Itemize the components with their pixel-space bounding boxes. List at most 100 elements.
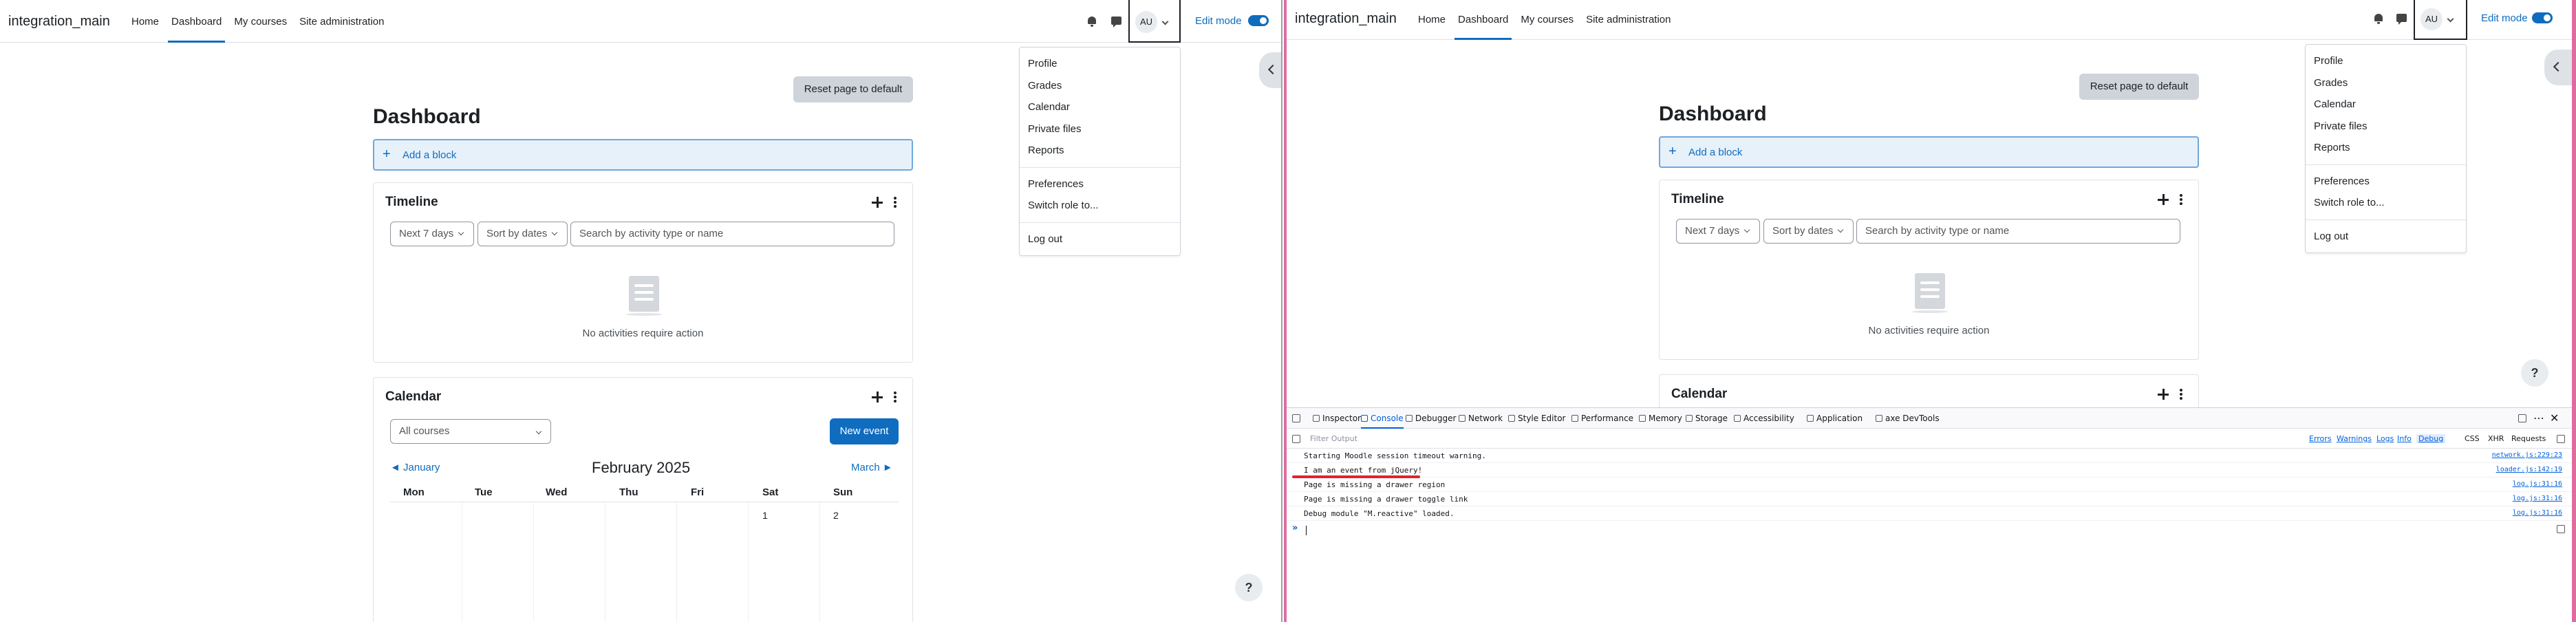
- edit-mode-toggle[interactable]: [2532, 12, 2553, 23]
- console-message[interactable]: Page is missing a drawer region log.js:3…: [1287, 478, 2572, 492]
- level-info[interactable]: Info: [2397, 434, 2412, 443]
- console-message[interactable]: Starting Moodle session timeout warning.…: [1287, 449, 2572, 463]
- nav-dashboard[interactable]: Dashboard: [165, 0, 228, 43]
- help-button[interactable]: ?: [2521, 359, 2548, 387]
- timeline-search-input[interactable]: Search by activity type or name: [1856, 219, 2180, 244]
- new-event-button[interactable]: New event: [830, 418, 899, 444]
- nav-site-administration[interactable]: Site administration: [1580, 0, 1677, 40]
- messages-chat-icon[interactable]: [2396, 12, 2408, 25]
- messages-chat-icon[interactable]: [1110, 15, 1123, 28]
- nav-my-courses[interactable]: My courses: [1514, 0, 1580, 40]
- tab-style-editor[interactable]: Style Editor: [1508, 408, 1565, 429]
- menu-item-calendar[interactable]: Calendar: [2306, 94, 2466, 116]
- nav-my-courses[interactable]: My courses: [228, 0, 293, 43]
- console-message[interactable]: Page is missing a drawer toggle link log…: [1287, 492, 2572, 506]
- nav-site-administration[interactable]: Site administration: [293, 0, 390, 43]
- weekday-wed: Wed: [546, 486, 568, 498]
- timeline-range-select[interactable]: Next 7 days: [390, 222, 474, 246]
- dock-side-icon[interactable]: [2518, 414, 2526, 422]
- nav-dashboard[interactable]: Dashboard: [1452, 0, 1514, 40]
- level-debug[interactable]: Debug: [2416, 434, 2446, 443]
- plus-icon: +: [1668, 144, 1677, 159]
- move-icon[interactable]: [2158, 194, 2169, 205]
- console-input-caret[interactable]: [1306, 526, 1307, 535]
- kebab-menu-icon[interactable]: [2180, 389, 2182, 400]
- menu-item-preferences[interactable]: Preferences: [1020, 173, 1180, 195]
- menu-item-private-files[interactable]: Private files: [1020, 118, 1180, 140]
- menu-item-profile[interactable]: Profile: [2306, 50, 2466, 72]
- filter-requests[interactable]: Requests: [2511, 434, 2546, 443]
- kebab-menu-icon[interactable]: [894, 197, 897, 208]
- tab-storage[interactable]: Storage: [1686, 408, 1728, 429]
- nav-home[interactable]: Home: [1412, 0, 1452, 40]
- calendar-course-select[interactable]: All courses: [390, 419, 551, 444]
- menu-item-reports[interactable]: Reports: [1020, 140, 1180, 162]
- open-drawer-button[interactable]: [2544, 50, 2572, 85]
- tab-memory[interactable]: Memory: [1639, 408, 1682, 429]
- nav-home[interactable]: Home: [125, 0, 165, 43]
- level-logs[interactable]: Logs: [2376, 434, 2394, 443]
- user-dropdown-menu: Profile Grades Calendar Private files Re…: [1019, 47, 1181, 256]
- move-icon[interactable]: [2158, 389, 2169, 400]
- menu-item-switch-role[interactable]: Switch role to...: [2306, 192, 2466, 214]
- reset-page-button[interactable]: Reset page to default: [2079, 74, 2199, 100]
- move-icon[interactable]: [872, 197, 883, 208]
- console-message[interactable]: Debug module "M.reactive" loaded. log.js…: [1287, 506, 2572, 521]
- site-brand[interactable]: integration_main: [8, 14, 110, 30]
- tab-debugger[interactable]: Debugger: [1406, 408, 1456, 429]
- menu-item-calendar[interactable]: Calendar: [1020, 96, 1180, 118]
- menu-item-grades[interactable]: Grades: [2306, 72, 2466, 94]
- timeline-sort-select[interactable]: Sort by dates: [477, 222, 568, 246]
- menu-item-reports[interactable]: Reports: [2306, 137, 2466, 159]
- tab-network[interactable]: Network: [1459, 408, 1503, 429]
- tab-axe-devtools[interactable]: axe DevTools: [1876, 408, 1940, 429]
- open-drawer-button[interactable]: [1259, 52, 1281, 88]
- move-icon[interactable]: [872, 392, 883, 403]
- filter-output-input[interactable]: Filter Output: [1310, 434, 1357, 443]
- level-warnings[interactable]: Warnings: [2337, 434, 2372, 443]
- menu-item-preferences[interactable]: Preferences: [2306, 171, 2466, 193]
- tab-performance[interactable]: Performance: [1571, 408, 1633, 429]
- pick-element-icon[interactable]: [1292, 414, 1300, 422]
- kebab-menu-icon[interactable]: [2180, 194, 2182, 205]
- user-menu-toggle[interactable]: AU: [1128, 0, 1181, 43]
- tab-inspector[interactable]: Inspector: [1313, 408, 1361, 429]
- help-button[interactable]: ?: [1235, 574, 1263, 601]
- level-errors[interactable]: Errors: [2309, 434, 2332, 443]
- console-prompt[interactable]: »: [1292, 523, 1298, 533]
- menu-item-switch-role[interactable]: Switch role to...: [1020, 195, 1180, 217]
- menu-item-profile[interactable]: Profile: [1020, 53, 1180, 75]
- menu-item-grades[interactable]: Grades: [1020, 75, 1180, 97]
- menu-item-private-files[interactable]: Private files: [2306, 116, 2466, 138]
- add-block-button[interactable]: + Add a block: [373, 139, 913, 171]
- timeline-search-input[interactable]: Search by activity type or name: [570, 222, 894, 246]
- filter-xhr[interactable]: XHR: [2488, 434, 2504, 443]
- site-brand[interactable]: integration_main: [1295, 11, 1397, 27]
- user-menu-toggle[interactable]: AU: [2414, 0, 2467, 40]
- menu-item-log-out[interactable]: Log out: [1020, 228, 1180, 250]
- timeline-range-select[interactable]: Next 7 days: [1676, 219, 1760, 244]
- more-options-icon[interactable]: ⋯: [2533, 411, 2544, 425]
- tab-console[interactable]: Console: [1361, 408, 1404, 429]
- tab-accessibility[interactable]: Accessibility: [1734, 408, 1794, 429]
- kebab-menu-icon[interactable]: [894, 392, 897, 403]
- next-month-link[interactable]: March ►: [851, 462, 893, 473]
- tab-application[interactable]: Application: [1807, 408, 1863, 429]
- gear-icon[interactable]: [2557, 435, 2565, 443]
- notifications-bell-icon[interactable]: [1086, 15, 1098, 28]
- close-icon[interactable]: ✕: [2550, 411, 2559, 425]
- calendar-grid: [390, 502, 899, 622]
- prev-month-link[interactable]: ◄ January: [390, 462, 440, 473]
- calendar-day[interactable]: 2: [833, 510, 839, 521]
- split-console-icon[interactable]: [2557, 525, 2565, 533]
- console-message[interactable]: I am an event from jQuery! loader.js:142…: [1287, 463, 2572, 478]
- reset-page-button[interactable]: Reset page to default: [793, 76, 913, 103]
- menu-item-log-out[interactable]: Log out: [2306, 226, 2466, 248]
- edit-mode-toggle[interactable]: [1248, 15, 1269, 26]
- filter-css[interactable]: CSS: [2465, 434, 2480, 443]
- calendar-day[interactable]: 1: [762, 510, 768, 521]
- timeline-sort-select[interactable]: Sort by dates: [1763, 219, 1854, 244]
- add-block-button[interactable]: + Add a block: [1659, 136, 2199, 168]
- trash-icon[interactable]: [1292, 435, 1300, 443]
- notifications-bell-icon[interactable]: [2372, 12, 2385, 25]
